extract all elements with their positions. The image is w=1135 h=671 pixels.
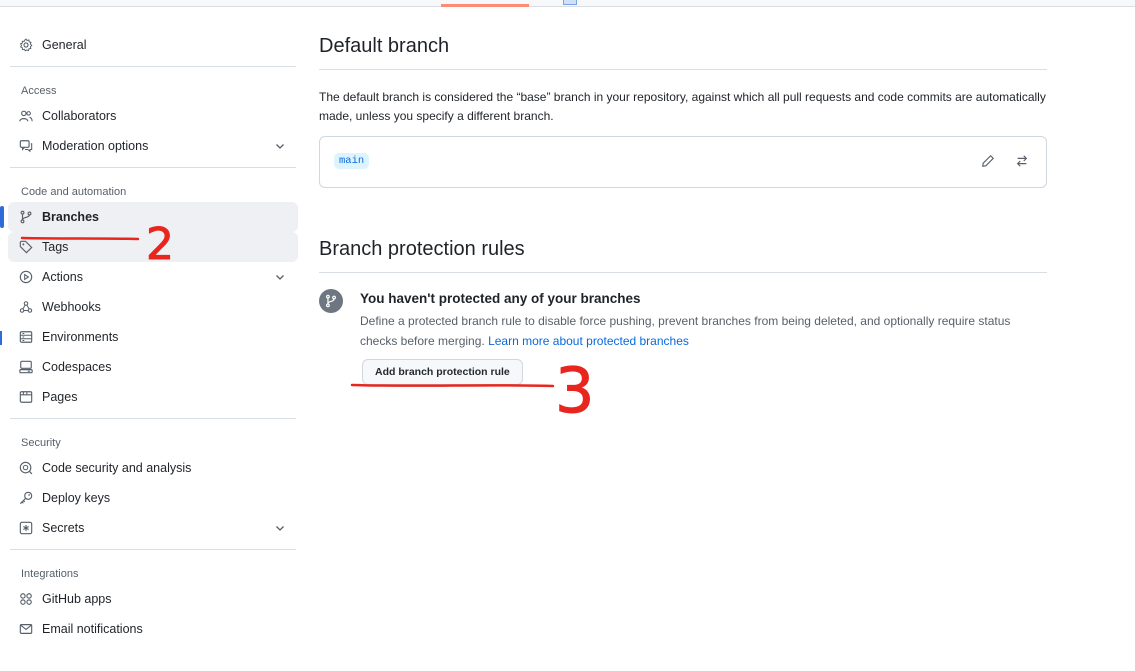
chevron-down-icon[interactable] xyxy=(274,271,286,283)
sidebar-item-label: Environments xyxy=(42,330,119,344)
asterisk-box-icon xyxy=(18,520,34,536)
sidebar-item-secrets[interactable]: Secrets xyxy=(8,513,298,543)
sidebar-item-code-security[interactable]: Code security and analysis xyxy=(8,453,298,483)
sidebar-group-code-automation: Code and automation xyxy=(21,186,127,198)
sidebar-divider xyxy=(10,549,296,550)
key-icon xyxy=(18,490,34,506)
settings-main: Default branch The default branch is con… xyxy=(319,30,1050,385)
sidebar-item-environments[interactable]: Environments xyxy=(8,322,298,352)
sidebar-item-label: Moderation options xyxy=(42,139,149,153)
sidebar-item-tags[interactable]: Tags xyxy=(8,232,298,262)
empty-state-body: Define a protected branch rule to disabl… xyxy=(360,311,1050,351)
tab-marker xyxy=(563,0,577,5)
learn-more-link[interactable]: Learn more about protected branches xyxy=(488,334,689,348)
webhook-icon xyxy=(18,299,34,315)
top-tab-bar xyxy=(0,0,1135,7)
add-branch-protection-rule-button[interactable]: Add branch protection rule xyxy=(362,359,523,385)
default-branch-heading: Default branch xyxy=(319,30,1047,70)
sidebar-item-label: Deploy keys xyxy=(42,491,111,505)
sidebar-divider xyxy=(10,167,296,168)
comment-discussion-icon xyxy=(18,138,34,154)
git-branch-icon xyxy=(18,209,34,225)
tag-icon xyxy=(18,239,34,255)
sidebar-item-label: Secrets xyxy=(42,521,85,535)
git-branch-icon xyxy=(319,289,343,313)
empty-state: You haven't protected any of your branch… xyxy=(319,289,1050,385)
gear-icon xyxy=(18,37,34,53)
sidebar-item-label: Email notifications xyxy=(42,622,143,636)
pencil-icon[interactable] xyxy=(978,151,998,171)
sidebar-group-access: Access xyxy=(21,85,57,97)
sidebar-item-branches[interactable]: Branches xyxy=(0,202,298,232)
sidebar-item-label: Tags xyxy=(42,240,69,254)
sidebar-item-actions[interactable]: Actions xyxy=(8,262,298,292)
window-edge-marker xyxy=(0,331,2,345)
sidebar-item-collaborators[interactable]: Collaborators xyxy=(8,101,298,131)
default-branch-name: main xyxy=(334,153,370,169)
sidebar-item-deploy-keys[interactable]: Deploy keys xyxy=(8,483,298,513)
annotation-underline-3 xyxy=(350,383,555,388)
sidebar-item-general[interactable]: General xyxy=(8,30,298,60)
default-branch-description: The default branch is considered the “ba… xyxy=(319,90,1046,123)
sidebar-item-label: General xyxy=(42,38,87,52)
selected-indicator xyxy=(0,206,4,228)
sidebar-item-webhooks[interactable]: Webhooks xyxy=(8,292,298,322)
sidebar-item-label: Webhooks xyxy=(42,300,101,314)
sidebar-divider xyxy=(10,418,296,419)
chevron-down-icon[interactable] xyxy=(274,522,286,534)
sidebar-item-label: Code security and analysis xyxy=(42,461,192,475)
sidebar-item-email-notifications[interactable]: Email notifications xyxy=(8,614,298,644)
browser-icon xyxy=(18,389,34,405)
apps-icon xyxy=(18,591,34,607)
sidebar-item-codespaces[interactable]: Codespaces xyxy=(8,352,298,382)
sidebar-item-label: Pages xyxy=(42,390,78,404)
codespaces-icon xyxy=(18,359,34,375)
branch-protection-heading: Branch protection rules xyxy=(319,233,1047,273)
sidebar-item-github-apps[interactable]: GitHub apps xyxy=(8,584,298,614)
sidebar-item-label: Branches xyxy=(42,210,99,224)
sidebar-item-pages[interactable]: Pages xyxy=(8,382,298,412)
arrow-switch-icon[interactable] xyxy=(1012,151,1032,171)
sidebar-item-label: Codespaces xyxy=(42,360,112,374)
empty-state-title: You haven't protected any of your branch… xyxy=(360,291,641,306)
sidebar-group-integrations: Integrations xyxy=(21,568,79,580)
sidebar-item-label: GitHub apps xyxy=(42,592,112,606)
codescan-icon xyxy=(18,460,34,476)
settings-sidebar: General Access Collaborators Moderation … xyxy=(0,30,298,644)
default-branch-box: main xyxy=(319,136,1047,188)
sidebar-item-moderation[interactable]: Moderation options xyxy=(8,131,298,161)
server-icon xyxy=(18,329,34,345)
sidebar-item-label: Collaborators xyxy=(42,109,117,123)
mail-icon xyxy=(18,621,34,637)
sidebar-group-security: Security xyxy=(21,437,61,449)
sidebar-divider xyxy=(10,66,296,67)
branch-protection-section: Branch protection rules You haven't prot… xyxy=(319,233,1050,385)
active-tab-underline xyxy=(441,4,529,7)
sidebar-item-label: Actions xyxy=(42,270,83,284)
chevron-down-icon[interactable] xyxy=(274,140,286,152)
play-icon xyxy=(18,269,34,285)
people-icon xyxy=(18,108,34,124)
